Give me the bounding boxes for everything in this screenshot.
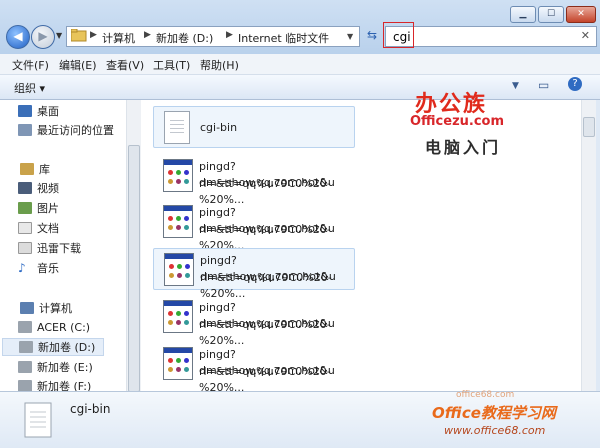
preview-pane-icon[interactable]: ▭ — [538, 78, 549, 92]
organize-button[interactable]: 组织 ▾ — [14, 80, 45, 96]
recent-pages-dropdown-icon[interactable]: ▼ — [56, 31, 62, 40]
address-dropdown-icon[interactable]: ▼ — [347, 32, 353, 41]
clear-search-icon[interactable]: ✕ — [581, 29, 590, 42]
drive-icon — [18, 321, 32, 333]
web-document-icon — [163, 347, 193, 380]
address-bar[interactable]: ▶ 计算机 ▶ 新加卷 (D:) ▶ Internet 临时文件 ▼ — [66, 26, 360, 47]
nav-libraries[interactable]: 库 — [20, 160, 50, 178]
menu-tools[interactable]: 工具(T) — [153, 57, 190, 73]
computer-icon — [20, 302, 34, 314]
help-icon[interactable]: ? — [568, 77, 582, 91]
navigation-pane: 桌面 最近访问的位置 库 视频 图片 文档 迅雷下载 ♪ 音乐 计算机 ACER… — [0, 100, 126, 393]
file-item[interactable]: pingd?dm=show.qq.com.hot&u rl=&tt=qq%u79… — [153, 343, 355, 394]
menu-edit[interactable]: 编辑(E) — [59, 57, 97, 73]
file-item[interactable]: pingd?dm=show.qq.com.hot&u rl=&tt=qq%u79… — [153, 296, 355, 347]
nav-drive-d[interactable]: 新加卷 (D:) — [2, 338, 104, 356]
nav-scroll-thumb[interactable] — [128, 145, 140, 392]
file-item[interactable]: pingd?dm=show.qq.com.hot&u rl=&tt=qq%u79… — [153, 201, 355, 252]
nav-desktop[interactable]: 桌面 — [18, 102, 59, 120]
file-item[interactable]: pingd?dm=show.qq.com.hot&u rl=&tt=qq%u79… — [153, 248, 355, 300]
recent-places-icon — [18, 124, 32, 136]
breadcrumb-chevron-icon: ▶ — [90, 30, 97, 40]
file-item-cgi-bin[interactable]: cgi-bin — [153, 106, 355, 148]
menu-help[interactable]: 帮助(H) — [200, 57, 239, 73]
folder-icon — [70, 28, 87, 45]
web-document-icon — [163, 300, 193, 333]
file-icon — [24, 402, 52, 438]
search-box[interactable]: cgi ✕ — [385, 26, 597, 47]
maximize-button[interactable]: ☐ — [538, 6, 564, 23]
nav-recent-places[interactable]: 最近访问的位置 — [18, 121, 114, 139]
drive-icon — [18, 361, 32, 373]
office68-watermark: office68.com Office教程学习网 www.office68.co… — [432, 390, 556, 437]
nav-videos[interactable]: 视频 — [18, 179, 59, 197]
nav-pictures[interactable]: 图片 — [18, 199, 59, 217]
web-document-icon — [164, 253, 194, 286]
forward-button[interactable]: ▶ — [31, 25, 55, 49]
desktop-icon — [18, 105, 32, 117]
nav-documents[interactable]: 文档 — [18, 219, 59, 237]
menu-file[interactable]: 文件(F) — [12, 57, 49, 73]
menu-view[interactable]: 查看(V) — [106, 57, 144, 73]
file-list-scrollbar[interactable] — [581, 100, 596, 391]
file-list-scroll-thumb[interactable] — [583, 117, 595, 137]
officezu-logo: 办公族 Officezu.com 电脑入门 — [410, 92, 505, 157]
menu-bar: 文件(F) 编辑(E) 查看(V) 工具(T) 帮助(H) — [0, 54, 600, 75]
web-document-icon — [163, 159, 193, 192]
file-icon — [164, 111, 190, 144]
video-library-icon — [18, 182, 32, 194]
nav-computer[interactable]: 计算机 — [20, 299, 72, 317]
file-name: cgi-bin — [200, 121, 238, 134]
breadcrumb-temp-folder[interactable]: Internet 临时文件 — [238, 30, 329, 46]
breadcrumb-chevron-icon: ▶ — [226, 30, 233, 40]
drive-icon — [19, 341, 33, 353]
nav-drive-e[interactable]: 新加卷 (E:) — [18, 358, 93, 376]
breadcrumb-computer[interactable]: 计算机 — [102, 30, 135, 46]
nav-music[interactable]: ♪ 音乐 — [18, 259, 59, 277]
nav-drive-c[interactable]: ACER (C:) — [18, 318, 90, 336]
search-highlight-box — [383, 22, 414, 48]
details-file-name: cgi-bin — [70, 402, 111, 416]
pictures-library-icon — [18, 202, 32, 214]
downloads-library-icon — [18, 242, 32, 254]
breadcrumb-drive-d[interactable]: 新加卷 (D:) — [156, 30, 213, 46]
file-item[interactable]: pingd?dm=show.qq.com.hot&u rl=&tt=qq%u79… — [153, 155, 355, 206]
library-icon — [20, 163, 34, 175]
refresh-icon[interactable]: ⇆ — [362, 26, 382, 45]
breadcrumb-chevron-icon: ▶ — [144, 30, 151, 40]
close-button[interactable]: ✕ — [566, 6, 596, 23]
music-library-icon: ♪ — [18, 261, 26, 275]
back-button[interactable]: ◀ — [6, 25, 30, 49]
web-document-icon — [163, 205, 193, 238]
minimize-button[interactable]: ▁ — [510, 6, 536, 23]
documents-library-icon — [18, 222, 32, 234]
nav-thunder-downloads[interactable]: 迅雷下载 — [18, 239, 81, 257]
